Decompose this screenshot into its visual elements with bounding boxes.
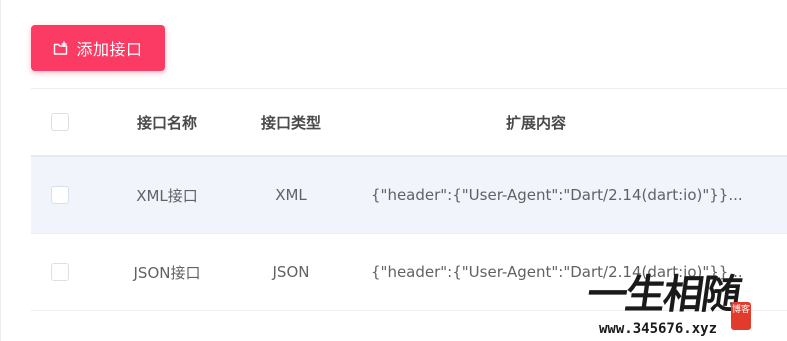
watermark-url: www.345676.xyz xyxy=(599,321,718,337)
row-check-cell xyxy=(31,234,89,310)
watermark-logo: 一生相随 xyxy=(584,271,743,318)
add-interface-button[interactable]: 添加接口 xyxy=(31,25,165,71)
add-folder-icon xyxy=(53,40,68,56)
header-name: 接口名称 xyxy=(136,113,197,132)
header-ext: 扩展内容 xyxy=(505,113,566,132)
table-header: 接口名称 接口类型 扩展内容 xyxy=(31,88,787,157)
select-all-checkbox[interactable] xyxy=(51,113,69,131)
select-all-cell xyxy=(31,89,89,155)
watermark-seal: 博客 xyxy=(731,302,751,330)
row-checkbox[interactable] xyxy=(51,186,69,204)
page: 添加接口 接口名称 接口类型 扩展内容 XML接口 XML {"header":… xyxy=(0,0,787,341)
row-type: JSON xyxy=(272,263,310,281)
row-ext: {"header":{"User-Agent":"Dart/2.14(dart:… xyxy=(371,186,743,204)
row-name: JSON接口 xyxy=(133,263,201,282)
row-name: XML接口 xyxy=(136,186,198,205)
row-type: XML xyxy=(275,186,307,204)
header-type: 接口类型 xyxy=(260,113,321,132)
row-checkbox[interactable] xyxy=(51,263,69,281)
row-check-cell xyxy=(31,157,89,233)
table-row[interactable]: XML接口 XML {"header":{"User-Agent":"Dart/… xyxy=(31,157,787,234)
left-divider xyxy=(0,0,1,341)
add-interface-label: 添加接口 xyxy=(76,40,143,59)
watermark: 一生相随 www.345676.xyz 博客 xyxy=(582,262,787,341)
